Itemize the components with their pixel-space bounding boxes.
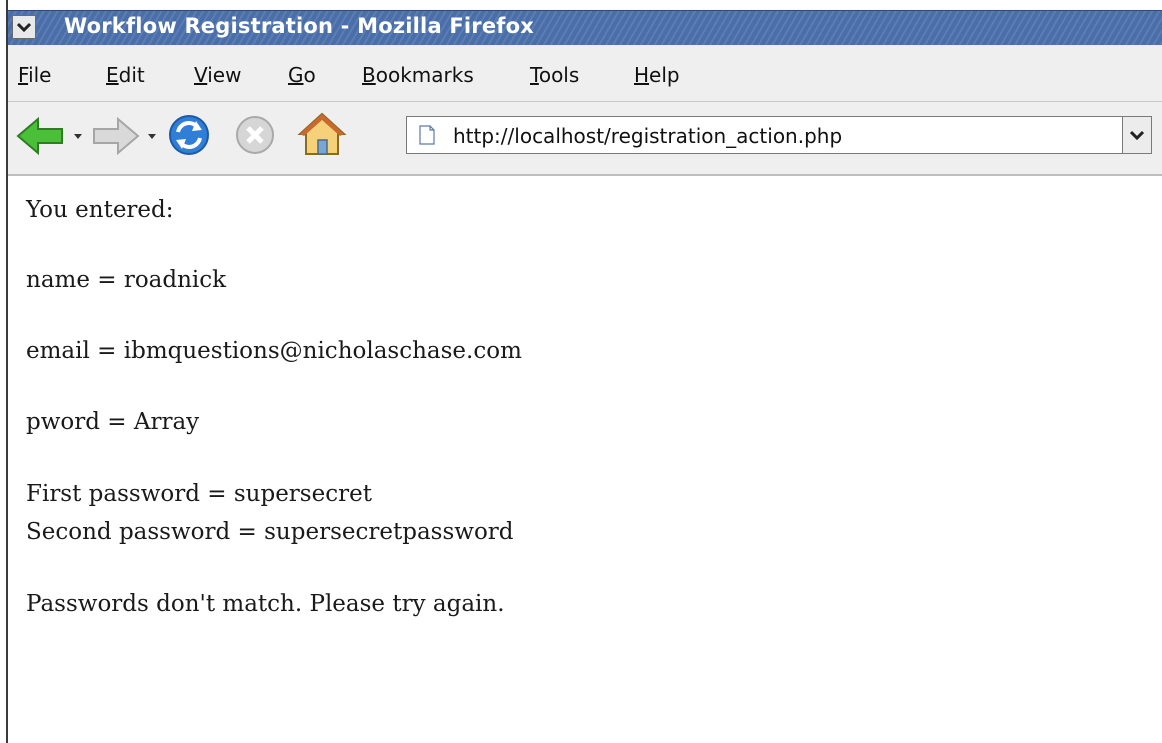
menu-edit[interactable]: Edit [106,63,145,87]
back-arrow-icon[interactable] [16,116,66,156]
pword-line: pword = Array [26,409,200,435]
chevron-down-icon [17,22,31,32]
menu-tools-mnemonic: T [530,63,539,87]
menu-view[interactable]: View [194,63,241,87]
menu-tools-label: ools [538,63,580,87]
first-password-line: First password = supersecret [26,481,372,507]
url-text[interactable]: http://localhost/registration_action.php [453,124,842,148]
menu-view-mnemonic: V [194,63,208,87]
forward-arrow-icon[interactable] [90,116,140,156]
menu-file[interactable]: File [18,63,51,87]
menu-go-mnemonic: G [288,63,304,87]
menu-bookmarks-mnemonic: B [362,63,376,87]
menu-help-label: elp [649,63,680,87]
email-line: email = ibmquestions@nicholaschase.com [26,338,522,364]
home-icon[interactable] [296,110,348,158]
stop-icon[interactable] [234,114,276,156]
content-heading: You entered: [26,197,174,223]
menu-help[interactable]: Help [634,63,680,87]
chevron-down-icon [1130,130,1144,140]
menu-file-label: ile [28,63,52,87]
back-history-dropdown[interactable] [74,134,82,139]
menu-file-mnemonic: F [18,63,29,87]
reload-icon[interactable] [166,112,212,158]
menu-edit-mnemonic: E [106,63,119,87]
address-bar[interactable]: http://localhost/registration_action.php [406,116,1152,154]
menu-go[interactable]: Go [288,63,316,87]
second-password-line: Second password = supersecretpassword [26,519,514,545]
browser-window: Workflow Registration - Mozilla Firefox … [6,0,1162,743]
url-history-dropdown[interactable] [1122,117,1151,153]
page-content: You entered: name = roadnick email = ibm… [26,175,1146,735]
menu-tools[interactable]: Tools [530,63,579,87]
menu-help-mnemonic: H [634,63,650,87]
forward-history-dropdown[interactable] [148,134,156,139]
window-title: Workflow Registration - Mozilla Firefox [64,14,534,38]
menu-bar: File Edit View Go Bookmarks Tools Help [8,45,1162,102]
page-icon [419,125,435,145]
error-message: Passwords don't match. Please try again. [26,591,505,617]
title-bar: Workflow Registration - Mozilla Firefox [8,10,1162,46]
menu-view-label: iew [207,63,242,87]
menu-bookmarks[interactable]: Bookmarks [362,63,474,87]
menu-edit-label: dit [118,63,145,87]
window-menu-button[interactable] [12,15,36,39]
name-line: name = roadnick [26,267,227,293]
menu-bookmarks-label: ookmarks [375,63,474,87]
menu-go-label: o [303,63,316,87]
navigation-toolbar: http://localhost/registration_action.php [8,102,1162,176]
